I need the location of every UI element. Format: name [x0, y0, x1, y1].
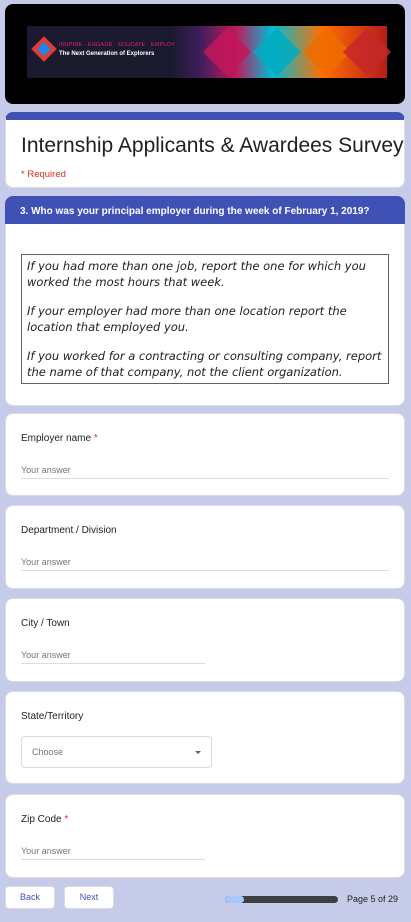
state-dropdown[interactable]: Choose	[21, 736, 212, 768]
question-card-zip: Zip Code *	[5, 794, 405, 878]
next-button[interactable]: Next	[64, 886, 114, 909]
question-text: State/Territory	[21, 711, 84, 722]
header-banner-image: INSPIRE · ENGAGE · EDUCATE · EMPLOY The …	[5, 4, 405, 104]
question-card-state: State/Territory Choose	[5, 691, 405, 784]
question-label: Department / Division	[21, 525, 117, 536]
question-text: Employer name	[21, 433, 92, 444]
dropdown-value: Choose	[32, 747, 64, 757]
question-label: Zip Code *	[21, 814, 68, 825]
question-text: City / Town	[21, 618, 70, 629]
zip-code-input[interactable]	[21, 842, 205, 860]
required-asterisk: *	[93, 433, 98, 444]
question-card-employer: Employer name *	[5, 413, 405, 496]
question-text: Zip Code	[21, 814, 62, 825]
required-asterisk: *	[64, 814, 69, 825]
section-header: 3. Who was your principal employer durin…	[5, 196, 405, 226]
instruction-text: If you worked for a contracting or consu…	[27, 349, 382, 379]
instruction-text: If your employer had more than one locat…	[27, 304, 347, 334]
page-indicator: Page 5 of 29	[347, 894, 399, 904]
form-title-card: Internship Applicants & Awardees Survey …	[5, 112, 405, 188]
back-button[interactable]: Back	[5, 886, 55, 909]
progress-bar	[225, 896, 338, 903]
question-card-city: City / Town	[5, 598, 405, 682]
question-label: Employer name *	[21, 433, 98, 444]
caret-down-icon	[195, 751, 201, 754]
question-label: State/Territory	[21, 711, 83, 722]
required-note: * Required	[21, 169, 66, 180]
instruction-text: If you had more than one job, report the…	[27, 259, 366, 289]
question-card-department: Department / Division	[5, 505, 405, 589]
banner-tagline: INSPIRE · ENGAGE · EDUCATE · EMPLOY	[59, 42, 175, 48]
progress-bar-fill	[225, 896, 245, 903]
question-text: Department / Division	[21, 525, 117, 536]
city-input[interactable]	[21, 646, 205, 664]
question-label: City / Town	[21, 618, 70, 629]
form-title: Internship Applicants & Awardees Survey	[21, 134, 404, 157]
section-description-card: If you had more than one job, report the…	[5, 224, 405, 406]
instructions-box: If you had more than one job, report the…	[21, 254, 389, 384]
department-input[interactable]	[21, 553, 389, 571]
banner-subtitle: The Next Generation of Explorers	[59, 51, 155, 57]
employer-name-input[interactable]	[21, 461, 389, 479]
